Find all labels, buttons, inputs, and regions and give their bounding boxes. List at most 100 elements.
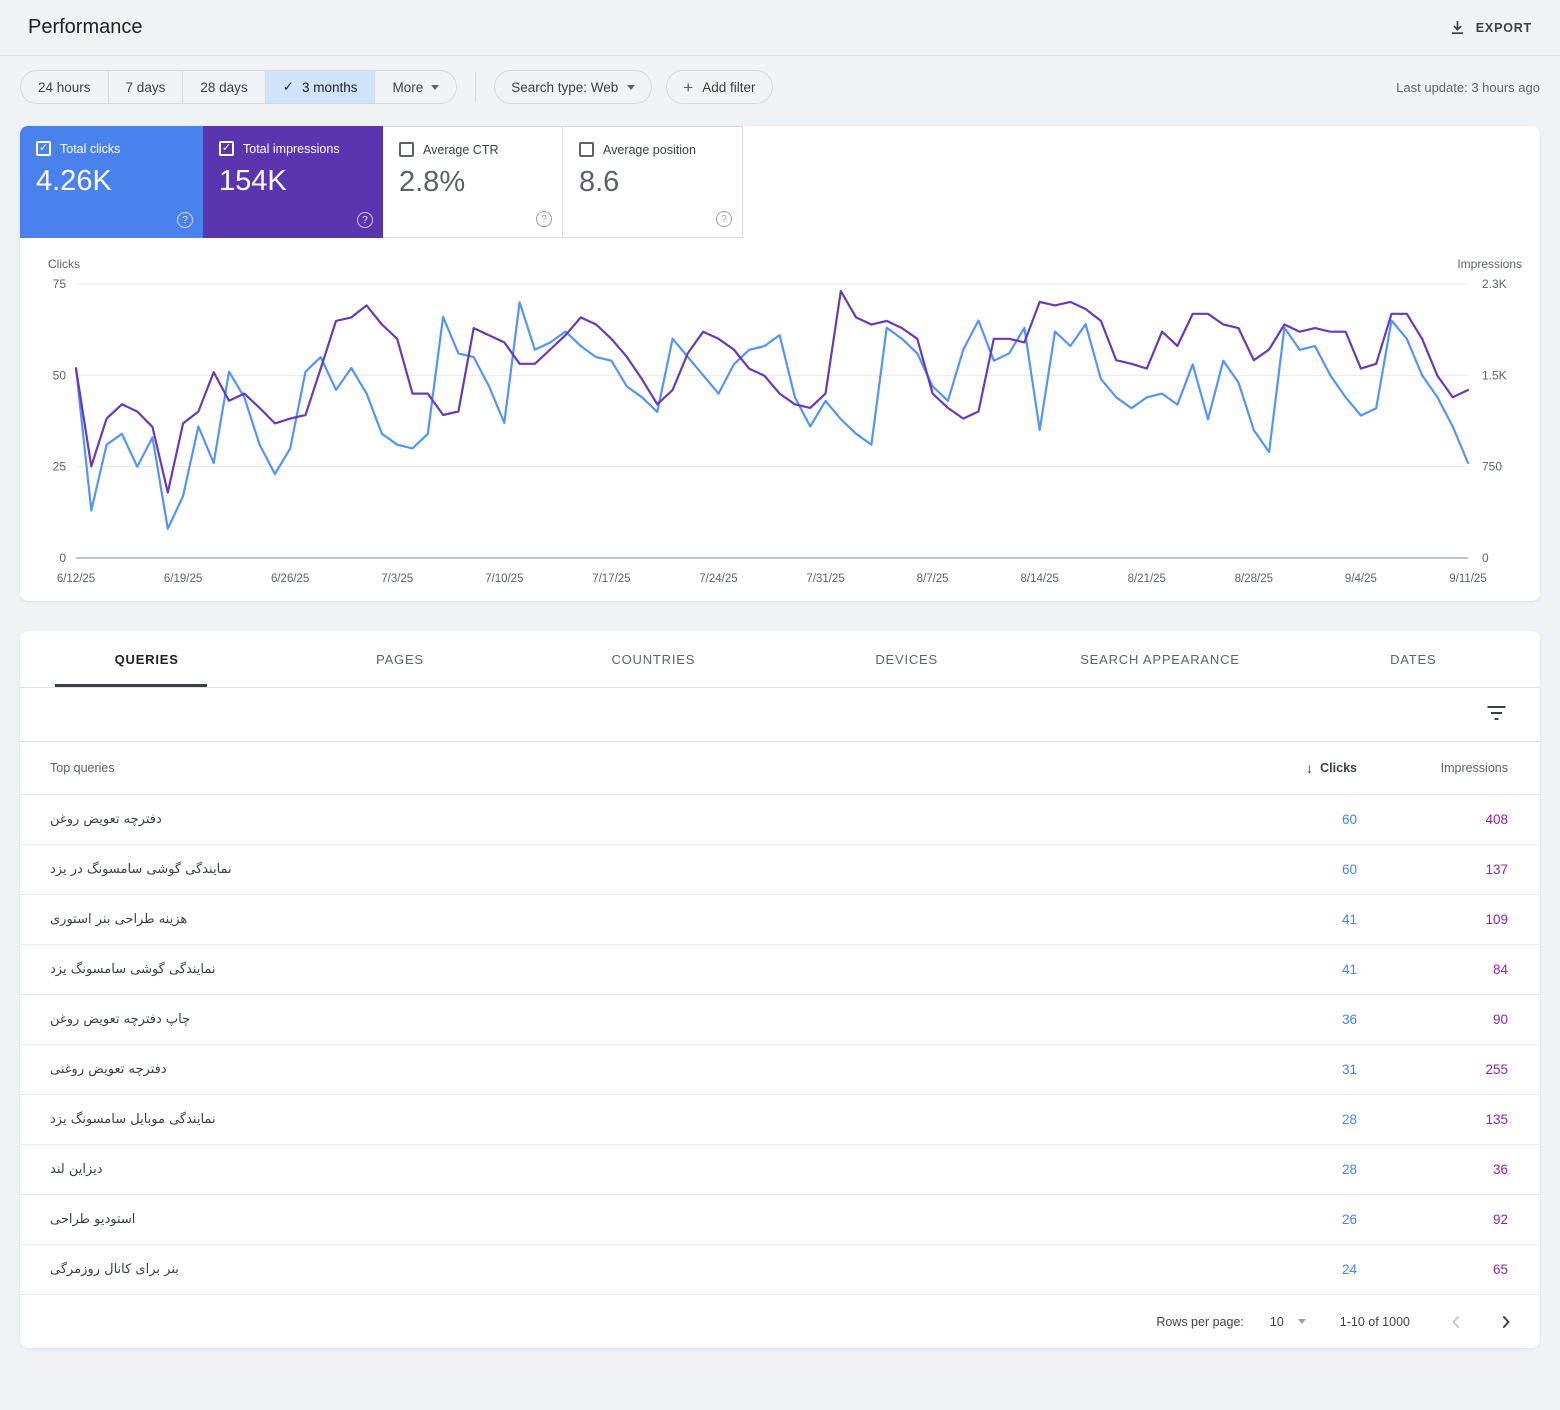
impressions-cell: 84: [1492, 962, 1508, 977]
filter-list-icon: [1487, 706, 1506, 724]
rows-per-page-select[interactable]: 10: [1270, 1315, 1306, 1329]
table-row[interactable]: دفترچه تعویض روغنی 31 255: [20, 1045, 1540, 1095]
query-cell: هزینه طراحی بنر استوری: [50, 912, 188, 927]
clicks-cell: 60: [1341, 862, 1357, 877]
svg-text:7/31/25: 7/31/25: [806, 573, 844, 585]
performance-chart[interactable]: 75 2.3K 50 1.5K 25 750 0 0 Clicks Impressions 6/12…: [20, 238, 1540, 601]
svg-text:7/10/25: 7/10/25: [485, 573, 523, 585]
metric-total-impressions[interactable]: ✓ Total impressions 154K ?: [203, 126, 383, 238]
chevron-left-icon: [1452, 1315, 1460, 1328]
impressions-cell: 408: [1485, 812, 1508, 827]
metric-label: Average CTR: [423, 142, 499, 157]
metric-value: 4.26K: [36, 165, 112, 197]
query-cell: بنر برای کانال روزمرگی: [50, 1262, 179, 1277]
previous-page-button[interactable]: [1444, 1310, 1468, 1334]
add-filter-chip[interactable]: + Add filter: [666, 70, 773, 104]
svg-text:50: 50: [53, 368, 67, 382]
clicks-cell: 41: [1341, 912, 1357, 927]
table-row[interactable]: استودیو طراحی 26 92: [20, 1195, 1540, 1245]
query-cell: استودیو طراحی: [50, 1212, 136, 1227]
metric-total-clicks[interactable]: ✓ Total clicks 4.26K ?: [20, 126, 203, 238]
download-icon: [1449, 19, 1466, 36]
svg-text:6/26/25: 6/26/25: [271, 573, 309, 585]
chevron-right-icon: [1502, 1315, 1510, 1328]
help-icon[interactable]: ?: [177, 212, 193, 228]
filter-bar: 24 hours 7 days 28 days ✓ 3 months More …: [0, 56, 1560, 118]
svg-text:25: 25: [53, 460, 67, 474]
check-icon: ✓: [282, 79, 294, 94]
clicks-cell: 24: [1341, 1262, 1357, 1277]
tab-pages[interactable]: PAGES: [273, 631, 526, 687]
filter-table-button[interactable]: [1483, 701, 1510, 728]
help-icon[interactable]: ?: [536, 211, 552, 227]
sort-descending-icon: ↓: [1305, 759, 1314, 777]
checkbox-checked-icon[interactable]: ✓: [36, 141, 51, 156]
metric-value: 2.8%: [399, 166, 466, 198]
next-page-button[interactable]: [1494, 1310, 1518, 1334]
impressions-cell: 92: [1492, 1212, 1508, 1227]
column-header-top-queries[interactable]: Top queries: [50, 761, 1217, 775]
tab-countries[interactable]: COUNTRIES: [527, 631, 780, 687]
column-header-impressions[interactable]: Impressions: [1357, 761, 1508, 775]
svg-text:8/28/25: 8/28/25: [1235, 573, 1273, 585]
chevron-down-icon: [627, 84, 636, 90]
range-28-days[interactable]: 28 days: [183, 71, 266, 103]
table-row[interactable]: هزینه طراحی بنر استوری 41 109: [20, 895, 1540, 945]
column-header-clicks[interactable]: ↓ Clicks: [1217, 760, 1357, 777]
range-7-days[interactable]: 7 days: [109, 71, 184, 103]
metric-row: ✓ Total clicks 4.26K ? ✓ Total impressio…: [20, 126, 1540, 238]
metric-average-position[interactable]: Average position 8.6 ?: [563, 126, 743, 238]
range-24-hours[interactable]: 24 hours: [21, 71, 109, 103]
table-row[interactable]: نمایندگی گوشی سامسونگ در یزد 60 137: [20, 845, 1540, 895]
svg-text:6/19/25: 6/19/25: [164, 573, 202, 585]
tab-queries[interactable]: QUERIES: [20, 631, 273, 687]
svg-text:7/17/25: 7/17/25: [592, 573, 630, 585]
top-bar: Performance EXPORT: [0, 0, 1560, 56]
last-update-text: Last update: 3 hours ago: [1396, 79, 1540, 95]
pagination-range: 1-10 of 1000: [1339, 1314, 1410, 1329]
impressions-cell: 255: [1485, 1062, 1508, 1077]
query-cell: نمایندگی گوشی سامسونگ یزد: [50, 962, 216, 977]
checkbox-checked-icon[interactable]: ✓: [219, 141, 234, 156]
svg-text:7/3/25: 7/3/25: [381, 573, 413, 585]
metric-label: Total clicks: [60, 141, 121, 156]
help-icon[interactable]: ?: [357, 212, 373, 228]
checkbox-unchecked-icon[interactable]: [579, 142, 594, 157]
checkbox-unchecked-icon[interactable]: [399, 142, 414, 157]
table-row[interactable]: نمایندگی گوشی سامسونگ یزد 41 84: [20, 945, 1540, 995]
metric-value: 8.6: [579, 166, 620, 198]
tab-devices[interactable]: DEVICES: [780, 631, 1033, 687]
table-row[interactable]: دیزاین لند 28 36: [20, 1145, 1540, 1195]
svg-text:9/11/25: 9/11/25: [1449, 573, 1487, 585]
query-cell: چاپ دفترچه تعویض روغن: [50, 1012, 191, 1027]
svg-text:1.5K: 1.5K: [1482, 368, 1507, 382]
svg-text:9/4/25: 9/4/25: [1345, 573, 1377, 585]
search-type-chip[interactable]: Search type: Web: [494, 70, 653, 104]
export-button[interactable]: EXPORT: [1449, 19, 1532, 36]
table-row[interactable]: چاپ دفترچه تعویض روغن 36 90: [20, 995, 1540, 1045]
impressions-cell: 90: [1492, 1012, 1508, 1027]
tab-dates[interactable]: DATES: [1287, 631, 1540, 687]
svg-text:750: 750: [1482, 460, 1502, 474]
range-more[interactable]: More: [375, 71, 456, 103]
metric-average-ctr[interactable]: Average CTR 2.8% ?: [383, 126, 563, 238]
clicks-cell: 36: [1341, 1012, 1357, 1027]
table-row[interactable]: بنر برای کانال روزمرگی 24 65: [20, 1245, 1540, 1295]
help-icon[interactable]: ?: [716, 211, 732, 227]
query-cell: نمایندگی گوشی سامسونگ در یزد: [50, 862, 232, 877]
metric-value: 154K: [219, 165, 287, 197]
svg-text:7/24/25: 7/24/25: [699, 573, 737, 585]
chevron-down-icon: [1297, 1319, 1306, 1324]
metric-label: Average position: [603, 142, 696, 157]
range-3-months[interactable]: ✓ 3 months: [265, 71, 376, 103]
tab-search-appearance[interactable]: SEARCH APPEARANCE: [1033, 631, 1286, 687]
clicks-cell: 60: [1341, 812, 1357, 827]
query-cell: دفترچه تعویض روغن: [50, 812, 162, 827]
plus-icon: +: [683, 77, 694, 97]
table-card: QUERIES PAGES COUNTRIES DEVICES SEARCH A…: [20, 631, 1540, 1348]
clicks-cell: 28: [1341, 1112, 1357, 1127]
table-row[interactable]: دفترچه تعویض روغن 60 408: [20, 795, 1540, 845]
clicks-cell: 41: [1341, 962, 1357, 977]
table-row[interactable]: نمایندگی موبایل سامسونگ یزد 28 135: [20, 1095, 1540, 1145]
svg-text:8/7/25: 8/7/25: [917, 573, 949, 585]
